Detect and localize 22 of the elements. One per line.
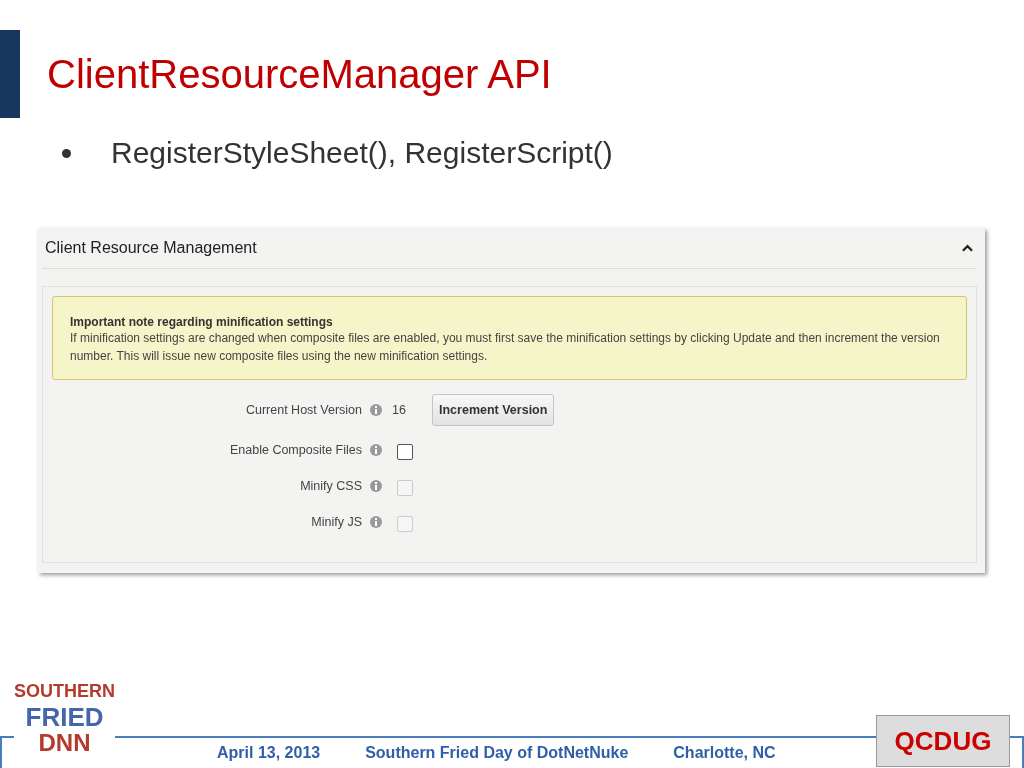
footer-text: Southern Fried Day of DotNetNuke (365, 744, 629, 762)
note-heading: Important note regarding minification settings (70, 315, 334, 329)
panel-title: Client Resource Management (45, 239, 257, 257)
note-text: If minification settings are changed when composite files are enabled, you must first save the minification settings by clicking Update and then increment the version number. This will issue new composite files using the new minification settings. (70, 330, 941, 365)
footer-text: April 13, 2013 (217, 744, 321, 762)
increment-version-button[interactable]: Increment Version (432, 394, 555, 426)
field-label: Current Host Version (244, 402, 362, 419)
bullet-text: RegisterStyleSheet(), RegisterScript() (111, 136, 613, 170)
slide-title: ClientResourceManager API (47, 51, 552, 97)
info-icon[interactable] (370, 404, 382, 416)
bullet-dot (62, 148, 71, 158)
collapse-chevron-icon[interactable] (962, 244, 973, 252)
info-icon[interactable] (370, 444, 382, 456)
user-group-logo: QCDUG (876, 715, 1010, 767)
info-icon[interactable] (370, 516, 382, 528)
info-icon[interactable] (370, 480, 382, 492)
field-label: Minify JS (310, 514, 362, 531)
footer-text: Charlotte, NC (673, 744, 776, 762)
field-label: Enable Composite Files (229, 442, 362, 459)
field-label: Minify CSS (299, 478, 362, 495)
version-value: 16 (392, 403, 407, 417)
checkbox[interactable] (397, 444, 413, 460)
